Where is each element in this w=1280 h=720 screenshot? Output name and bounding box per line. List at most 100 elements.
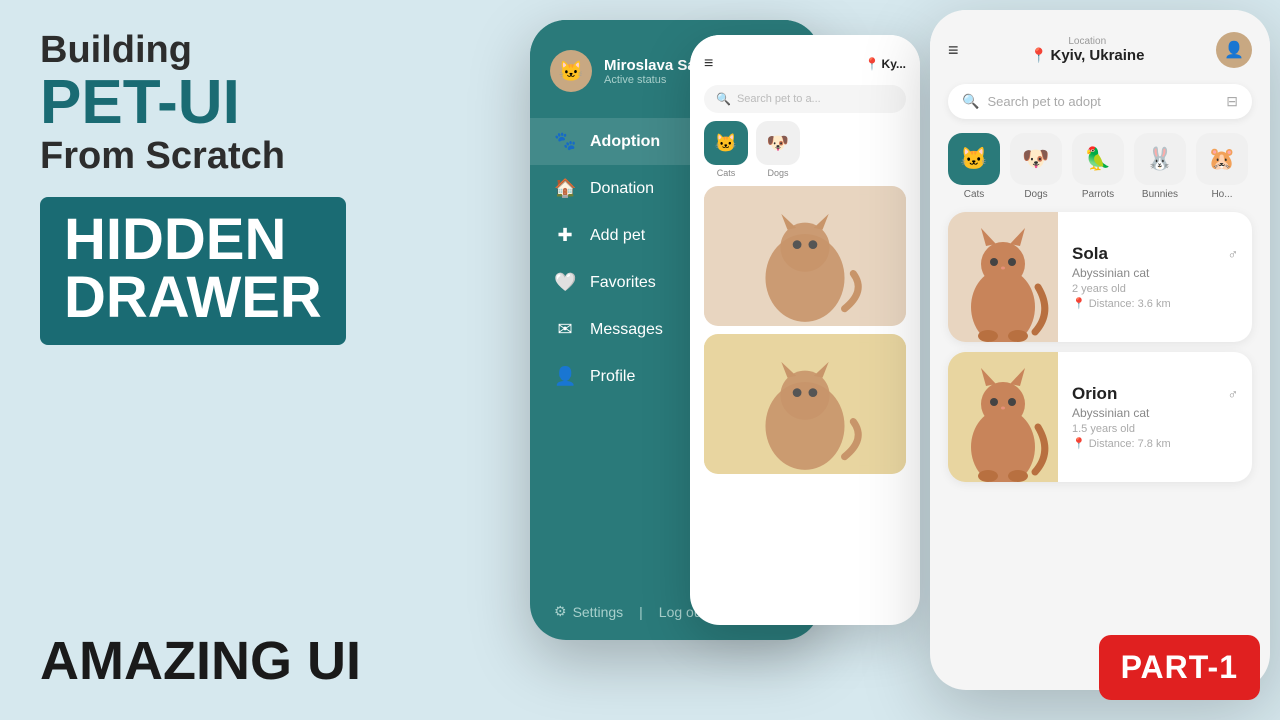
drawer-avatar: 🐱 xyxy=(550,50,592,92)
orion-age: 1.5 years old xyxy=(1072,423,1238,435)
middle-phone: ≡ 📍 Ky... 🔍 Search pet to a... 🐱 Cats 🐶 … xyxy=(690,35,920,625)
sola-age: 2 years old xyxy=(1072,283,1238,295)
adoption-label: Adoption xyxy=(590,133,660,151)
mid-search-text: Search pet to a... xyxy=(737,93,821,105)
adoption-icon: 🐾 xyxy=(554,131,576,152)
from-scratch-label: From Scratch xyxy=(40,134,520,180)
main-avatar: 👤 xyxy=(1216,32,1252,68)
sola-distance: 📍 Distance: 3.6 km xyxy=(1072,297,1238,310)
cats-icon: 🐱 xyxy=(960,146,987,172)
sola-info: Sola ♂ Abyssinian cat 2 years old 📍 Dist… xyxy=(1058,212,1252,342)
hidden-drawer-box: HIDDEN DRAWER xyxy=(40,197,346,345)
orion-gender-icon: ♂ xyxy=(1228,386,1239,402)
orion-image xyxy=(948,352,1058,482)
settings-item[interactable]: ⚙ Settings xyxy=(554,603,623,620)
sola-gender-icon: ♂ xyxy=(1228,246,1239,262)
orion-dist-pin-icon: 📍 xyxy=(1072,437,1086,450)
main-phone: ≡ Location 📍 Kyiv, Ukraine 👤 🔍 Search pe… xyxy=(930,10,1270,690)
bunnies-icon: 🐰 xyxy=(1146,146,1173,172)
category-parrots[interactable]: 🦜 Parrots xyxy=(1072,133,1124,200)
building-label: Building xyxy=(40,30,520,72)
mid-dogs-label: Dogs xyxy=(767,168,788,178)
mid-pet-cards xyxy=(690,186,920,474)
footer-divider: | xyxy=(639,604,643,620)
pet-cards-area: Sola ♂ Abyssinian cat 2 years old 📍 Dist… xyxy=(930,208,1270,486)
addpet-label: Add pet xyxy=(590,227,645,245)
category-dogs[interactable]: 🐶 Dogs xyxy=(1010,133,1062,200)
mid-hamburger-icon[interactable]: ≡ xyxy=(704,55,713,73)
pet-ui-label: PET-UI xyxy=(40,72,520,134)
category-more[interactable]: 🐹 Ho... xyxy=(1196,133,1248,200)
more-label: Ho... xyxy=(1211,189,1232,200)
settings-label: Settings xyxy=(573,604,624,620)
profile-label: Profile xyxy=(590,368,635,386)
search-placeholder: Search pet to adopt xyxy=(987,94,1218,109)
dogs-icon: 🐶 xyxy=(1022,146,1049,172)
profile-icon: 👤 xyxy=(554,366,576,387)
orion-breed: Abyssinian cat xyxy=(1072,406,1238,420)
addpet-icon: ✚ xyxy=(554,225,576,246)
drawer-label: DRAWER xyxy=(64,269,322,327)
location-pin-icon: 📍 xyxy=(1030,47,1047,64)
left-section: Building PET-UI From Scratch HIDDEN DRAW… xyxy=(40,30,520,345)
search-magnify-icon: 🔍 xyxy=(962,93,979,110)
orion-name: Orion xyxy=(1072,384,1117,404)
mid-pet-card-2 xyxy=(704,334,906,474)
part-badge-text: PART-1 xyxy=(1121,649,1238,685)
location-block: Location 📍 Kyiv, Ukraine xyxy=(1030,36,1144,64)
orion-info: Orion ♂ Abyssinian cat 1.5 years old 📍 D… xyxy=(1058,352,1252,482)
orion-name-row: Orion ♂ xyxy=(1072,384,1238,404)
messages-label: Messages xyxy=(590,321,663,339)
favorites-icon: 🤍 xyxy=(554,272,576,293)
mid-dogs-icon: 🐶 xyxy=(756,121,800,165)
mid-search-bar[interactable]: 🔍 Search pet to a... xyxy=(704,85,906,113)
hamburger-icon[interactable]: ≡ xyxy=(948,40,959,61)
hidden-label: HIDDEN xyxy=(64,211,322,269)
main-search-bar[interactable]: 🔍 Search pet to adopt ⊟ xyxy=(948,84,1252,119)
bunnies-label: Bunnies xyxy=(1142,189,1178,200)
sola-name: Sola xyxy=(1072,244,1108,264)
parrots-label: Parrots xyxy=(1082,189,1114,200)
bunnies-icon-box: 🐰 xyxy=(1134,133,1186,185)
pet-card-orion[interactable]: Orion ♂ Abyssinian cat 1.5 years old 📍 D… xyxy=(948,352,1252,482)
settings-gear-icon: ⚙ xyxy=(554,603,567,620)
more-icon-box: 🐹 xyxy=(1196,133,1248,185)
filter-icon[interactable]: ⊟ xyxy=(1226,93,1238,110)
categories-row: 🐱 Cats 🐶 Dogs 🦜 Parrots 🐰 Bun xyxy=(930,129,1270,208)
messages-icon: ✉ xyxy=(554,319,576,340)
mid-cats-label: Cats xyxy=(717,168,736,178)
main-header: ≡ Location 📍 Kyiv, Ukraine 👤 xyxy=(930,10,1270,78)
sola-image xyxy=(948,212,1058,342)
dogs-icon-box: 🐶 xyxy=(1010,133,1062,185)
orion-distance: 📍 Distance: 7.8 km xyxy=(1072,437,1238,450)
sola-name-row: Sola ♂ xyxy=(1072,244,1238,264)
mid-location: 📍 Ky... xyxy=(865,57,906,71)
donation-label: Donation xyxy=(590,180,654,198)
amazing-ui-label: AMAZING UI xyxy=(40,630,361,692)
cats-label: Cats xyxy=(964,189,985,200)
category-cats[interactable]: 🐱 Cats xyxy=(948,133,1000,200)
part-badge: PART-1 xyxy=(1099,635,1260,700)
sola-dist-pin-icon: 📍 xyxy=(1072,297,1086,310)
mid-pet-card-1 xyxy=(704,186,906,326)
city-text: Kyiv, Ukraine xyxy=(1051,47,1145,64)
dogs-label: Dogs xyxy=(1024,189,1047,200)
sola-breed: Abyssinian cat xyxy=(1072,266,1238,280)
mid-cats-icon: 🐱 xyxy=(704,121,748,165)
more-icon: 🐹 xyxy=(1208,146,1235,172)
category-bunnies[interactable]: 🐰 Bunnies xyxy=(1134,133,1186,200)
parrots-icon-box: 🦜 xyxy=(1072,133,1124,185)
parrots-icon: 🦜 xyxy=(1084,146,1111,172)
favorites-label: Favorites xyxy=(590,274,656,292)
mid-search-icon: 🔍 xyxy=(716,92,731,106)
mid-categories: 🐱 Cats 🐶 Dogs xyxy=(690,121,920,186)
location-city: 📍 Kyiv, Ukraine xyxy=(1030,47,1144,64)
mid-cat-dogs[interactable]: 🐶 Dogs xyxy=(756,121,800,178)
mid-header: ≡ 📍 Ky... xyxy=(690,35,920,81)
donation-icon: 🏠 xyxy=(554,178,576,199)
phones-area: 🐱 Miroslava Savitskaya Active status 🐾 A… xyxy=(510,0,1270,720)
mid-cat-cats[interactable]: 🐱 Cats xyxy=(704,121,748,178)
location-label: Location xyxy=(1030,36,1144,47)
pet-card-sola[interactable]: Sola ♂ Abyssinian cat 2 years old 📍 Dist… xyxy=(948,212,1252,342)
cats-icon-box: 🐱 xyxy=(948,133,1000,185)
